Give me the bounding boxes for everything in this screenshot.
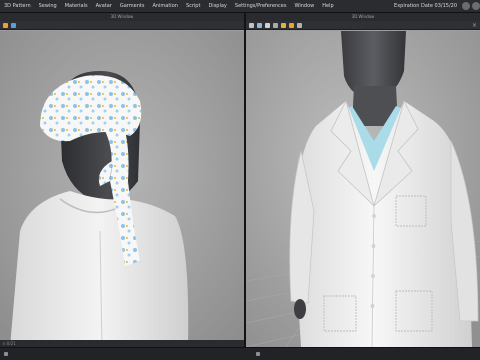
- light-icon[interactable]: [281, 22, 286, 28]
- left-window-status: n 0/21: [0, 340, 244, 347]
- lab-coat-back: [10, 191, 189, 347]
- avatar-icon[interactable]: [249, 22, 254, 28]
- left-viewport[interactable]: [0, 31, 244, 347]
- expiration-label: Expiration Date 03/15/20: [394, 3, 457, 9]
- status-icon: [4, 352, 8, 356]
- garment-icon[interactable]: [257, 22, 262, 28]
- right-viewport[interactable]: [246, 31, 480, 347]
- menu-item-display[interactable]: Display: [204, 3, 230, 9]
- pattern-icon[interactable]: [265, 22, 270, 28]
- menu-item-help[interactable]: Help: [318, 3, 337, 9]
- menu-item-settings[interactable]: Settings/Preferences: [231, 3, 291, 9]
- menu-item-materials[interactable]: Materials: [61, 3, 92, 9]
- close-icon[interactable]: [472, 2, 480, 10]
- menu-item-garments[interactable]: Garments: [116, 3, 149, 9]
- texture-icon[interactable]: [273, 22, 278, 28]
- menu-item-3d-pattern[interactable]: 3D Pattern: [0, 3, 35, 9]
- camera-icon[interactable]: [297, 22, 302, 28]
- garment-display-icon[interactable]: [11, 22, 16, 28]
- left-3d-window: 3D Window n 0/21: [0, 13, 244, 347]
- menu-item-script[interactable]: Script: [182, 3, 205, 9]
- minimize-icon[interactable]: [462, 2, 470, 10]
- right-3d-window: 3D Window ×: [246, 13, 480, 347]
- menu-item-sewing[interactable]: Sewing: [35, 3, 61, 9]
- menu-item-animation[interactable]: Animation: [148, 3, 182, 9]
- status-bar: [0, 347, 480, 360]
- left-window-toolbar: [0, 21, 244, 30]
- render-icon[interactable]: [289, 22, 294, 28]
- menu-bar: 3D Pattern Sewing Materials Avatar Garme…: [0, 0, 480, 13]
- menu-item-avatar[interactable]: Avatar: [92, 3, 116, 9]
- close-icon[interactable]: ×: [472, 22, 477, 29]
- left-window-title: 3D Window: [0, 13, 244, 21]
- menu-item-window[interactable]: Window: [291, 3, 319, 9]
- status-icon-right: [256, 352, 260, 356]
- avatar-visibility-icon[interactable]: [3, 22, 8, 28]
- right-window-toolbar: ×: [246, 21, 480, 30]
- right-window-title: 3D Window: [246, 13, 480, 21]
